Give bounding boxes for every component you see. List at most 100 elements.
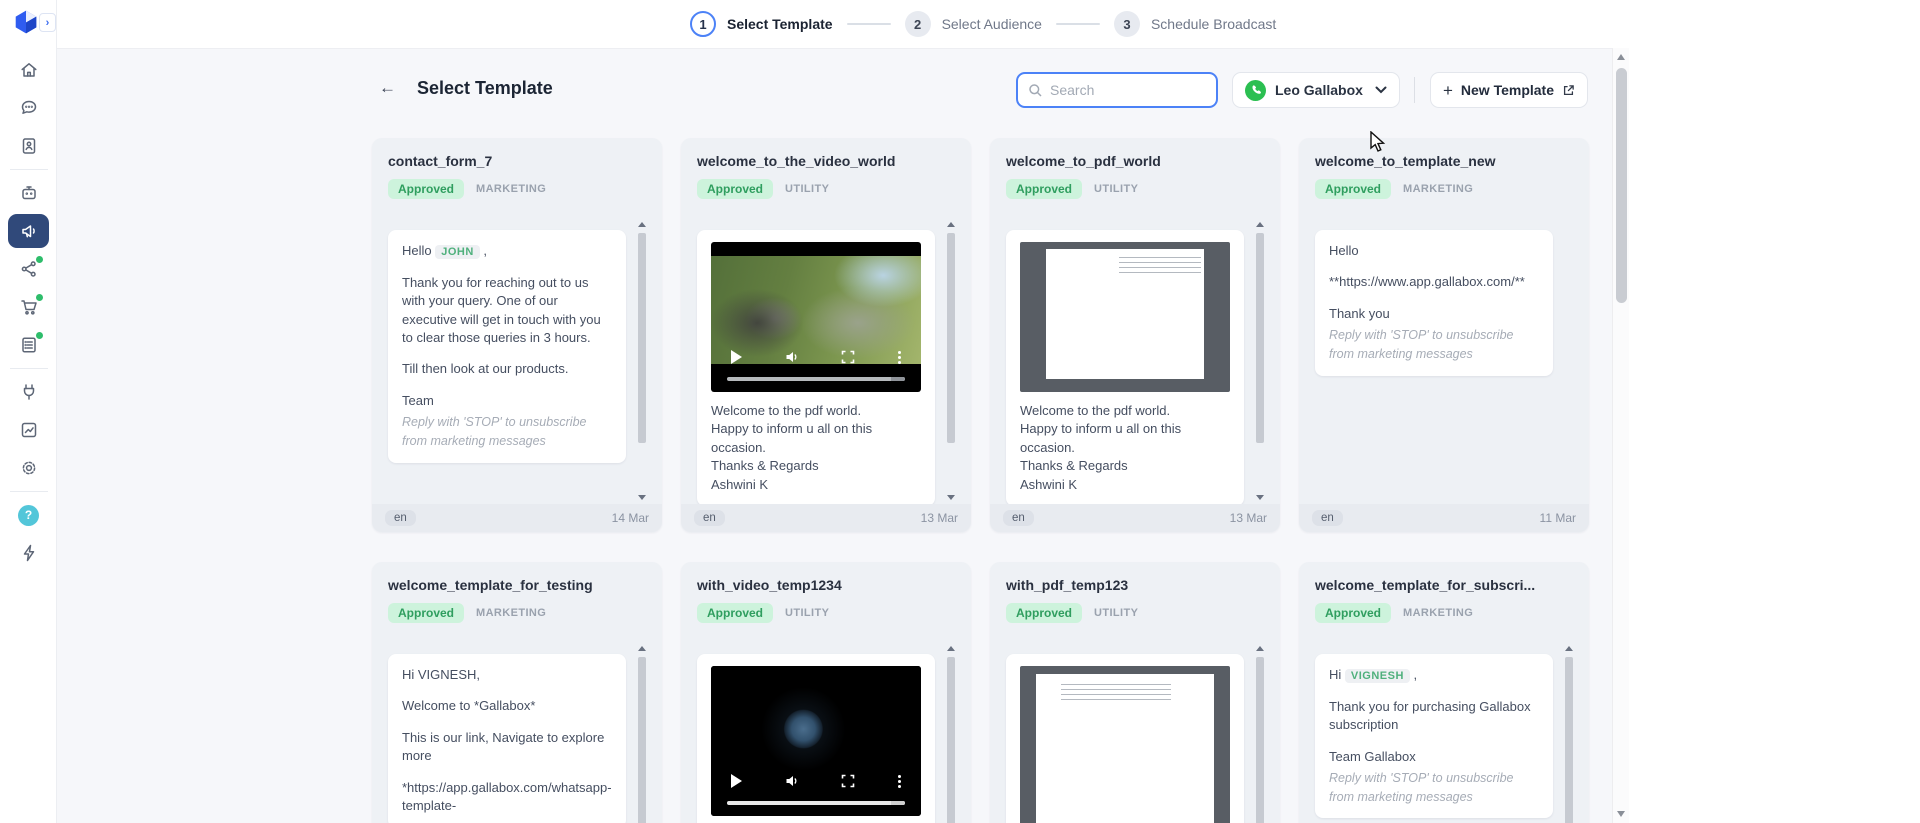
template-card[interactable]: welcome_to_template_newApprovedMARKETING… (1299, 138, 1589, 532)
text-segment: Welcome to *Gallabox* (402, 698, 535, 713)
speaker-icon[interactable] (785, 774, 799, 788)
sidebar-item-chat[interactable] (0, 89, 57, 127)
template-card[interactable]: welcome_template_for_testingApprovedMARK… (372, 562, 662, 823)
video-controls (711, 774, 921, 788)
preview-scrollbar[interactable] (945, 221, 957, 501)
text-segment: Reply with 'STOP' to unsubscribe from ma… (1329, 771, 1514, 804)
fullscreen-icon[interactable] (841, 350, 855, 364)
pdf-page (1046, 249, 1204, 379)
page-title: Select Template (417, 78, 553, 99)
preview-scrollbar-thumb[interactable] (1256, 233, 1264, 443)
more-options-icon[interactable] (898, 356, 901, 359)
back-button[interactable]: ← (379, 78, 396, 98)
main-content: ← Select Template Leo Gallabox + New Tem… (57, 48, 1612, 823)
sidebar-item-lightning[interactable] (0, 534, 57, 572)
sidebar-item-contacts[interactable] (0, 127, 57, 165)
scroll-up-icon[interactable] (1256, 222, 1264, 227)
card-header: welcome_to_the_video_worldApprovedUTILIT… (681, 138, 971, 199)
category-label: MARKETING (476, 607, 546, 619)
scroll-down-icon[interactable] (638, 495, 646, 500)
preview-scrollbar-thumb[interactable] (638, 233, 646, 443)
scroll-up-icon[interactable] (638, 646, 646, 651)
template-card[interactable]: welcome_to_pdf_world Approved UTILITY Welco… (990, 138, 1280, 532)
pdf-page (1036, 674, 1214, 823)
speaker-icon[interactable] (785, 350, 799, 364)
unsubscribe-note: Reply with 'STOP' to unsubscribe from ma… (1329, 769, 1539, 807)
template-card[interactable]: welcome_template_for_subscri...ApprovedM… (1299, 562, 1589, 823)
scroll-up-icon[interactable] (1617, 54, 1625, 60)
preview-scrollbar-thumb[interactable] (1565, 657, 1573, 823)
template-card[interactable]: contact_form_7ApprovedMARKETINGHello JOH… (372, 138, 662, 532)
video-progress-bar[interactable] (727, 377, 905, 381)
category-label: UTILITY (1094, 183, 1138, 195)
sidebar-item-form[interactable] (0, 326, 57, 364)
sidebar-item-home[interactable] (0, 51, 57, 89)
video-progress-bar[interactable] (727, 801, 905, 805)
card-footer: en13 Mar (990, 504, 1280, 532)
play-icon[interactable] (731, 774, 742, 788)
play-icon[interactable] (731, 350, 742, 364)
message-text: Team Gallabox (1329, 748, 1539, 766)
sidebar-item-cart[interactable] (0, 288, 57, 326)
status-badge: Approved (388, 179, 464, 199)
sidebar-item-megaphone[interactable] (0, 212, 57, 250)
notification-dot (35, 255, 44, 264)
page-scrollbar[interactable] (1612, 48, 1629, 823)
scroll-up-icon[interactable] (947, 646, 955, 651)
sidebar-item-flow[interactable] (0, 250, 57, 288)
whatsapp-bubble: Hello JOHN ,Thank you for reaching out t… (388, 230, 626, 463)
template-card[interactable]: with_video_temp1234ApprovedUTILITYHiwelc… (681, 562, 971, 823)
template-card[interactable]: with_pdf_temp123ApprovedUTILITY (990, 562, 1280, 823)
template-name: welcome_to_pdf_world (1006, 153, 1264, 169)
sidebar-item-bot[interactable] (0, 174, 57, 212)
step-select-audience[interactable]: 2 Select Audience (905, 11, 1042, 37)
sidebar-item-chart[interactable] (0, 411, 57, 449)
category-label: MARKETING (1403, 607, 1473, 619)
preview-scrollbar[interactable] (636, 645, 648, 823)
message-text: Welcome to the pdf world.Happy to inform… (1020, 402, 1230, 494)
preview-scrollbar-thumb[interactable] (638, 657, 646, 823)
message-text: Hi VIGNESH , (1329, 666, 1539, 685)
preview-scrollbar-thumb[interactable] (1256, 657, 1264, 823)
channel-selector[interactable]: Leo Gallabox (1232, 72, 1400, 108)
step-schedule-broadcast[interactable]: 3 Schedule Broadcast (1114, 11, 1276, 37)
page-scrollbar-thumb[interactable] (1616, 68, 1627, 303)
whatsapp-bubble: Hi VIGNESH,Welcome to *Gallabox*This is … (388, 654, 626, 823)
scroll-up-icon[interactable] (1565, 646, 1573, 651)
preview-scrollbar-thumb[interactable] (947, 233, 955, 443)
fullscreen-icon[interactable] (841, 774, 855, 788)
new-template-button[interactable]: + New Template (1430, 72, 1588, 108)
sidebar-item-help[interactable]: ? (0, 496, 57, 534)
step-select-template[interactable]: 1 Select Template (690, 11, 833, 37)
whatsapp-bubble (1006, 654, 1244, 823)
created-date: 11 Mar (1540, 511, 1576, 525)
scroll-down-icon[interactable] (1256, 495, 1264, 500)
pdf-content-lines (1061, 684, 1171, 700)
scroll-down-icon[interactable] (947, 495, 955, 500)
created-date: 13 Mar (921, 511, 958, 525)
preview-scrollbar-thumb[interactable] (947, 657, 955, 823)
sidebar-item-plug[interactable] (0, 373, 57, 411)
help-icon: ? (18, 505, 39, 526)
preview-scrollbar[interactable] (1254, 221, 1266, 501)
text-segment: Thank you for reaching out to us with yo… (402, 275, 601, 345)
sidebar-item-gear[interactable] (0, 449, 57, 487)
search-input[interactable] (1050, 82, 1206, 98)
more-options-icon[interactable] (898, 780, 901, 783)
template-name: welcome_template_for_testing (388, 577, 646, 593)
status-badge: Approved (1006, 179, 1082, 199)
message-text: Hi VIGNESH, (402, 666, 612, 684)
preview-scrollbar[interactable] (945, 645, 957, 823)
preview-scrollbar[interactable] (1563, 645, 1575, 823)
message-text: Hello (1329, 242, 1539, 260)
scroll-up-icon[interactable] (947, 222, 955, 227)
preview-scrollbar[interactable] (636, 221, 648, 501)
chart-icon (19, 420, 39, 440)
scroll-up-icon[interactable] (638, 222, 646, 227)
preview-scrollbar[interactable] (1254, 645, 1266, 823)
scroll-down-icon[interactable] (1617, 811, 1625, 817)
channel-label: Leo Gallabox (1275, 82, 1366, 98)
scroll-up-icon[interactable] (1256, 646, 1264, 651)
template-card[interactable]: welcome_to_the_video_worldApprovedUTILIT… (681, 138, 971, 532)
sidebar-expand-button[interactable]: › (39, 13, 56, 32)
